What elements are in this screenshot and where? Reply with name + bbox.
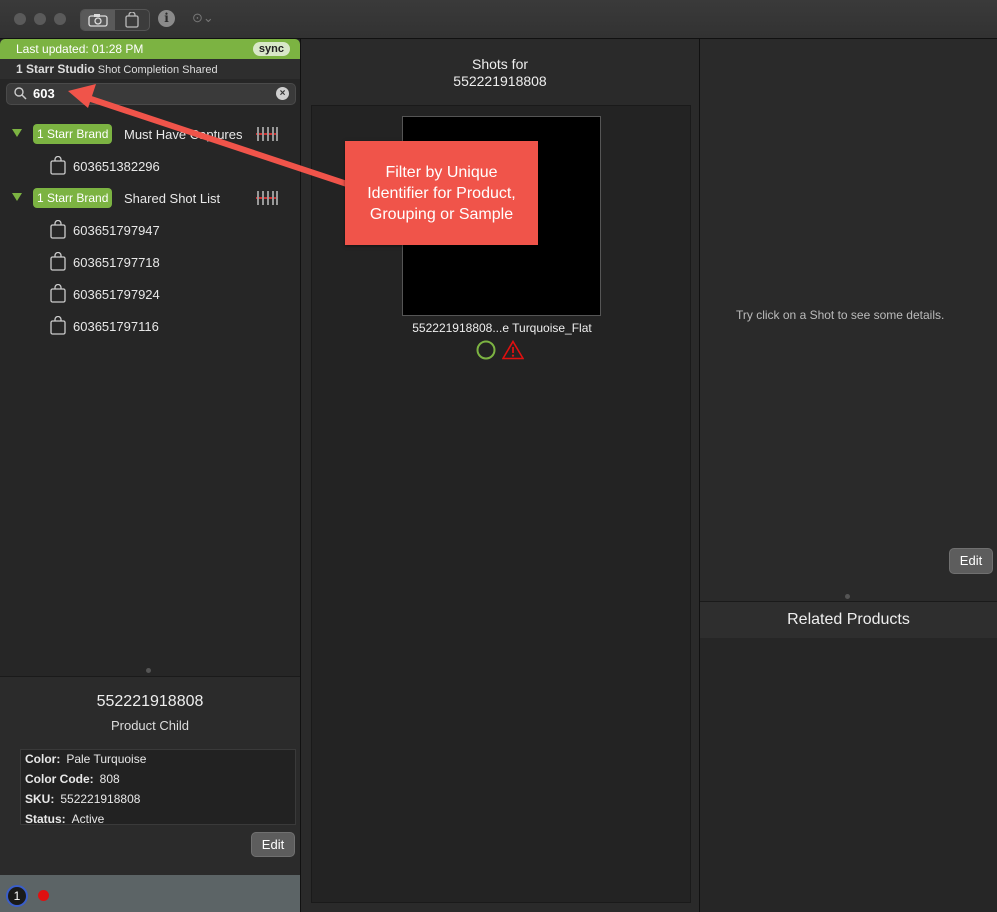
close-window-button[interactable] bbox=[14, 13, 26, 25]
more-options-icon[interactable]: ⊙⌄ bbox=[192, 10, 214, 26]
onepassword-icon[interactable]: 1 bbox=[6, 885, 28, 907]
app-window: i ⊙⌄ Last updated: 01:28 PM sync 1 Starr… bbox=[0, 0, 997, 912]
status-circle-icon bbox=[476, 340, 496, 360]
left-panel: Last updated: 01:28 PM sync 1 Starr Stud… bbox=[0, 39, 301, 912]
item-id: 603651382296 bbox=[73, 159, 160, 174]
search-input[interactable]: 603 bbox=[33, 86, 55, 101]
related-products-list bbox=[700, 638, 997, 912]
disclosure-triangle-icon[interactable] bbox=[12, 129, 22, 137]
clear-search-icon[interactable]: × bbox=[276, 87, 289, 100]
info-icon[interactable]: i bbox=[158, 10, 175, 27]
search-icon bbox=[14, 87, 27, 105]
item-id: 603651797947 bbox=[73, 223, 160, 238]
related-products-header: Related Products bbox=[700, 601, 997, 639]
warning-icon bbox=[502, 340, 524, 360]
product-id: 552221918808 bbox=[96, 693, 204, 710]
attribute-row: SKU: 552221918808 bbox=[25, 792, 141, 806]
splitter-handle[interactable] bbox=[845, 594, 850, 599]
record-indicator-icon bbox=[38, 890, 49, 901]
bag-icon bbox=[50, 284, 66, 303]
empty-state-hint: Try click on a Shot to see some details. bbox=[736, 308, 945, 322]
list-item[interactable]: 603651797924 bbox=[0, 282, 300, 306]
zoom-window-button[interactable] bbox=[54, 13, 66, 25]
attribute-row: Color: Pale Turquoise bbox=[25, 752, 147, 766]
attribute-row: Status: Active bbox=[25, 812, 105, 825]
brand-pill: 1 Starr Brand bbox=[33, 188, 113, 208]
list-item[interactable]: 603651797116 bbox=[0, 314, 300, 338]
shots-header: Shots for 552221918808 bbox=[453, 56, 547, 89]
list-item[interactable]: 603651797947 bbox=[0, 218, 300, 242]
progress-bars-icon bbox=[256, 127, 278, 141]
brand-pill: 1 Starr Brand bbox=[33, 124, 113, 144]
group-name: Shared Shot List bbox=[124, 191, 221, 206]
item-id: 603651797924 bbox=[73, 287, 160, 302]
group-row[interactable]: 1 Starr Brand Shared Shot List bbox=[0, 186, 300, 210]
edit-button[interactable]: Edit bbox=[251, 832, 295, 857]
footer-bar: 1 bbox=[0, 875, 300, 912]
disclosure-triangle-icon[interactable] bbox=[12, 193, 22, 201]
list-item[interactable]: 603651797718 bbox=[0, 250, 300, 274]
product-detail: 552221918808 Product Child Color: Pale Tu… bbox=[0, 676, 300, 876]
bag-icon[interactable] bbox=[115, 10, 149, 30]
studio-line: 1 Starr Studio Shot Completion Shared bbox=[0, 59, 300, 79]
group-row[interactable]: 1 Starr Brand Must Have Captures bbox=[0, 122, 300, 146]
attributes-box: Color: Pale Turquoise Color Code: 808 SKU:… bbox=[20, 749, 296, 825]
minimize-window-button[interactable] bbox=[34, 13, 46, 25]
studio-subtitle: Shot Completion Shared bbox=[97, 64, 218, 76]
search-field[interactable]: 603 × bbox=[6, 83, 296, 105]
edit-shot-button[interactable]: Edit bbox=[949, 548, 993, 574]
studio-name: 1 Starr Studio bbox=[16, 62, 95, 76]
annotation-callout: Filter by Unique Identifier for Product,… bbox=[345, 141, 538, 245]
view-segmented-control[interactable] bbox=[80, 9, 150, 31]
list-item[interactable]: 603651382296 bbox=[0, 154, 300, 178]
sync-button[interactable]: sync bbox=[252, 42, 290, 56]
item-id: 603651797116 bbox=[73, 319, 159, 334]
bag-icon bbox=[50, 156, 66, 175]
product-type: Product Child bbox=[110, 718, 190, 733]
title-bar: i ⊙⌄ bbox=[0, 0, 997, 39]
bag-icon bbox=[50, 220, 66, 239]
progress-bars-icon bbox=[256, 191, 278, 205]
details-panel: Try click on a Shot to see some details.… bbox=[700, 39, 997, 912]
last-updated-text: Last updated: 01:28 PM bbox=[16, 42, 144, 56]
item-id: 603651797718 bbox=[73, 255, 160, 270]
shot-caption: 552221918808...e Turquoise_Flat bbox=[412, 321, 592, 335]
group-name: Must Have Captures bbox=[124, 127, 243, 142]
attribute-row: Color Code: 808 bbox=[25, 772, 120, 786]
status-bar: Last updated: 01:28 PM sync bbox=[0, 39, 300, 59]
camera-icon[interactable] bbox=[81, 10, 115, 30]
bag-icon bbox=[50, 252, 66, 271]
splitter-handle[interactable] bbox=[146, 668, 151, 673]
bag-icon bbox=[50, 316, 66, 335]
